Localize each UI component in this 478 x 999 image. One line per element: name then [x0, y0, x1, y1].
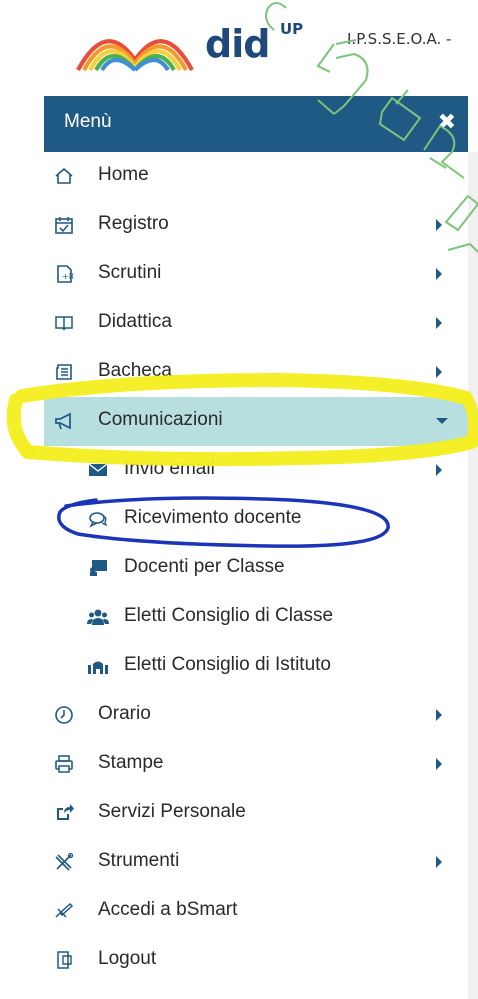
menu-item-accedi-bsmart[interactable]: Accedi a bSmart: [44, 887, 468, 936]
menu-header: Menù ✖: [44, 96, 468, 152]
logo-up: UP: [280, 20, 304, 38]
clock-icon: [52, 703, 76, 727]
menu-item-invio-email[interactable]: Invio email: [44, 446, 468, 495]
rainbow-logo-icon: [76, 39, 194, 72]
newspaper-icon: [52, 360, 76, 384]
menu-item-bacheca[interactable]: Bacheca: [44, 348, 468, 397]
menu-item-label: Orario: [98, 703, 151, 724]
chevron-right-icon: [436, 219, 442, 231]
school-name: I.P.S.S.E.O.A. -: [347, 30, 452, 48]
menu-item-label: Home: [98, 164, 149, 185]
menu-item-label: Eletti Consiglio di Istituto: [124, 654, 331, 675]
menu-item-eletti-consiglio-classe[interactable]: Eletti Consiglio di Classe: [44, 593, 468, 642]
chevron-right-icon: [436, 268, 442, 280]
chevron-right-icon: [436, 317, 442, 329]
chevron-right-icon: [436, 856, 442, 868]
bsmart-icon: [52, 899, 76, 923]
envelope-icon: [86, 458, 110, 482]
institute-icon: [86, 654, 110, 678]
megaphone-icon: [52, 409, 76, 433]
menu-item-strumenti[interactable]: Strumenti: [44, 838, 468, 887]
logout-icon: [52, 948, 76, 972]
menu-item-label: Stampe: [98, 752, 164, 773]
chevron-right-icon: [436, 758, 442, 770]
menu-item-label: Comunicazioni: [98, 409, 223, 430]
menu-item-label: Logout: [98, 948, 157, 969]
menu-item-comunicazioni[interactable]: Comunicazioni: [44, 397, 468, 446]
chevron-right-icon: [436, 366, 442, 378]
sidebar-menu: Home Registro +8 Scrutini Didattica Bach…: [44, 152, 468, 985]
share-icon: [52, 801, 76, 825]
menu-item-label: Ricevimento docente: [124, 507, 302, 528]
book-icon: [52, 311, 76, 335]
menu-item-label: Eletti Consiglio di Classe: [124, 605, 334, 626]
menu-item-label: Invio email: [124, 458, 215, 479]
menu-item-scrutini[interactable]: +8 Scrutini: [44, 250, 468, 299]
chat-icon: [86, 507, 110, 531]
calendar-check-icon: [52, 213, 76, 237]
menu-item-home[interactable]: Home: [44, 152, 468, 201]
menu-item-label: Docenti per Classe: [124, 556, 285, 577]
menu-item-servizi-personale[interactable]: Servizi Personale: [44, 789, 468, 838]
chevron-down-icon: [436, 418, 448, 424]
menu-title: Menù: [64, 111, 112, 132]
menu-item-ricevimento-docente[interactable]: Ricevimento docente: [44, 495, 468, 544]
menu-item-logout[interactable]: Logout: [44, 936, 468, 985]
menu-item-label: Didattica: [98, 311, 172, 332]
svg-text:+8: +8: [62, 272, 74, 281]
menu-item-label: Servizi Personale: [98, 801, 246, 822]
menu-item-label: Registro: [98, 213, 169, 234]
home-icon: [52, 164, 76, 188]
menu-item-docenti-per-classe[interactable]: Docenti per Classe: [44, 544, 468, 593]
tools-icon: [52, 850, 76, 874]
teacher-board-icon: [86, 556, 110, 580]
close-icon[interactable]: ✖: [438, 110, 456, 135]
chevron-right-icon: [436, 464, 442, 476]
chevron-right-icon: [436, 709, 442, 721]
menu-item-registro[interactable]: Registro: [44, 201, 468, 250]
menu-item-orario[interactable]: Orario: [44, 691, 468, 740]
menu-item-label: Scrutini: [98, 262, 162, 283]
menu-item-didattica[interactable]: Didattica: [44, 299, 468, 348]
logo-did: did: [205, 22, 270, 66]
scrutini-icon: +8: [52, 262, 76, 286]
menu-item-label: Accedi a bSmart: [98, 899, 238, 920]
scrollbar[interactable]: [468, 152, 478, 999]
menu-item-label: Strumenti: [98, 850, 180, 871]
menu-item-stampe[interactable]: Stampe: [44, 740, 468, 789]
menu-item-label: Bacheca: [98, 360, 172, 381]
menu-item-eletti-consiglio-istituto[interactable]: Eletti Consiglio di Istituto: [44, 642, 468, 691]
app-header: did UP I.P.S.S.E.O.A. -: [0, 0, 478, 88]
printer-icon: [52, 752, 76, 776]
users-icon: [86, 605, 110, 629]
